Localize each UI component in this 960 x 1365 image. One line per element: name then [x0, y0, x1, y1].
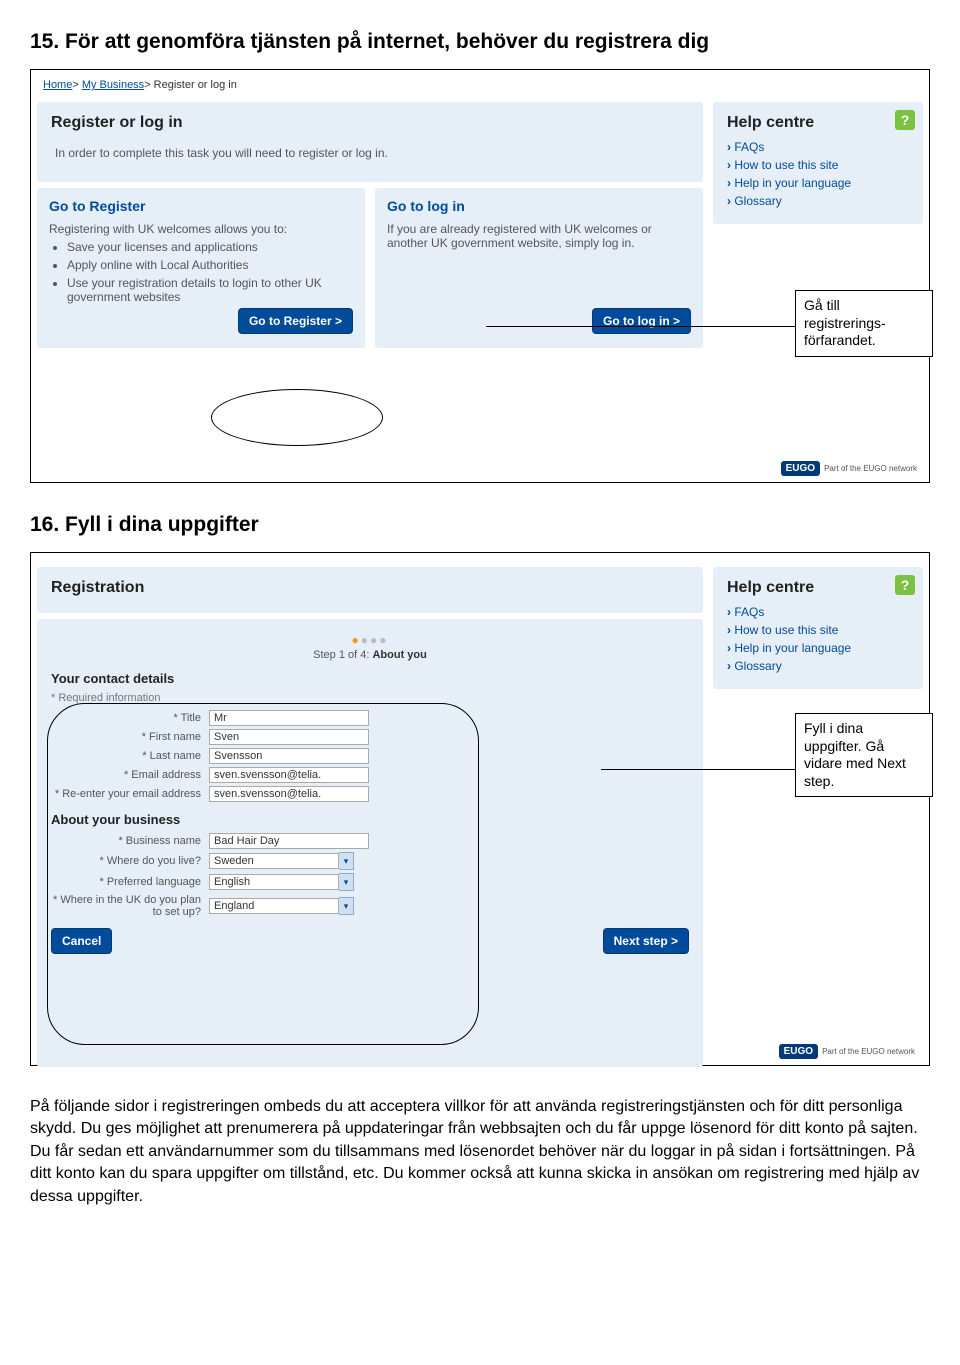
eugo-badge: EUGO Part of the EUGO network: [779, 1044, 915, 1059]
callout-fill-details: Fyll i dina uppgifter. Gå vidare med Nex…: [795, 713, 933, 797]
title-field[interactable]: Mr: [209, 710, 369, 726]
go-to-login-button[interactable]: Go to log in >: [592, 308, 691, 334]
help-link-faqs[interactable]: FAQs: [727, 140, 909, 154]
help-link-glossary[interactable]: Glossary: [727, 194, 909, 208]
help-centre-panel: ? Help centre FAQs How to use this site …: [713, 567, 923, 689]
help-icon: ?: [895, 110, 915, 130]
uk-region-select[interactable]: England: [209, 898, 339, 914]
registration-form: ●●●● Step 1 of 4: About you Your contact…: [37, 619, 703, 1067]
eugo-logo: EUGO: [779, 1044, 818, 1059]
chevron-down-icon[interactable]: ▾: [339, 897, 354, 915]
page-title: Register or log in: [51, 114, 689, 132]
breadcrumb: Home> My Business> Register or log in: [37, 76, 923, 94]
heading-15: 15. För att genomföra tjänsten på intern…: [30, 30, 930, 54]
label-where-live: * Where do you live?: [51, 855, 209, 867]
label-business-name: * Business name: [51, 835, 209, 847]
label-title: * Title: [51, 712, 209, 724]
help-link-howto[interactable]: How to use this site: [727, 623, 909, 637]
register-benefit: Use your registration details to login t…: [67, 276, 353, 304]
login-column: Go to log in If you are already register…: [375, 188, 703, 348]
login-lead: If you are already registered with UK we…: [387, 222, 691, 250]
help-centre-title: Help centre: [727, 579, 909, 597]
help-link-faqs[interactable]: FAQs: [727, 605, 909, 619]
business-name-field[interactable]: Bad Hair Day: [209, 833, 369, 849]
screenshot-register-or-login: Home> My Business> Register or log in Re…: [30, 69, 930, 483]
help-centre-panel: ? Help centre FAQs How to use this site …: [713, 102, 923, 224]
registration-title: Registration: [51, 579, 689, 597]
required-info-note: * Required information: [51, 692, 689, 704]
cancel-button[interactable]: Cancel: [51, 928, 112, 954]
annotation-line: [486, 326, 811, 327]
label-email-confirm: * Re-enter your email address: [51, 788, 209, 800]
help-centre-title: Help centre: [727, 114, 909, 132]
first-name-field[interactable]: Sven: [209, 729, 369, 745]
help-link-glossary[interactable]: Glossary: [727, 659, 909, 673]
eugo-logo: EUGO: [781, 461, 820, 476]
registration-header: Registration: [37, 567, 703, 613]
step-indicator: ●●●●: [51, 633, 689, 647]
register-lead: Registering with UK welcomes allows you …: [49, 222, 353, 236]
annotation-ellipse: [211, 389, 383, 446]
breadcrumb-current: Register or log in: [154, 79, 237, 91]
breadcrumb-my-business[interactable]: My Business: [82, 79, 144, 91]
chevron-down-icon[interactable]: ▾: [339, 873, 354, 891]
callout-go-register: Gå till registrerings-förfarandet.: [795, 290, 933, 357]
eugo-badge: EUGO Part of the EUGO network: [781, 461, 917, 476]
help-link-language[interactable]: Help in your language: [727, 641, 909, 655]
heading-16: 16. Fyll i dina uppgifter: [30, 513, 930, 537]
main-panel-header: Register or log in In order to complete …: [37, 102, 703, 182]
register-benefit: Save your licenses and applications: [67, 240, 353, 254]
last-name-field[interactable]: Svensson: [209, 748, 369, 764]
help-link-language[interactable]: Help in your language: [727, 176, 909, 190]
where-live-select[interactable]: Sweden: [209, 853, 339, 869]
step-label: Step 1 of 4: About you: [51, 649, 689, 661]
eugo-text: Part of the EUGO network: [824, 464, 917, 473]
label-first-name: * First name: [51, 731, 209, 743]
register-column: Go to Register Registering with UK welco…: [37, 188, 365, 348]
label-last-name: * Last name: [51, 750, 209, 762]
label-where-uk: * Where in the UK do you plan to set up?: [51, 894, 209, 918]
email-field[interactable]: sven.svensson@telia.: [209, 767, 369, 783]
email-confirm-field[interactable]: sven.svensson@telia.: [209, 786, 369, 802]
register-headline: Go to Register: [49, 198, 353, 214]
language-select[interactable]: English: [209, 874, 339, 890]
help-link-howto[interactable]: How to use this site: [727, 158, 909, 172]
body-paragraph: På följande sidor i registreringen ombed…: [30, 1096, 930, 1208]
register-benefit: Apply online with Local Authorities: [67, 258, 353, 272]
chevron-down-icon[interactable]: ▾: [339, 852, 354, 870]
breadcrumb-home[interactable]: Home: [43, 79, 72, 91]
help-icon: ?: [895, 575, 915, 595]
login-headline: Go to log in: [387, 198, 691, 214]
label-pref-language: * Preferred language: [51, 876, 209, 888]
screenshot-registration: Registration ●●●● Step 1 of 4: About you…: [30, 552, 930, 1066]
next-step-button[interactable]: Next step >: [603, 928, 689, 954]
annotation-line: [601, 769, 811, 770]
intro-text: In order to complete this task you will …: [51, 140, 689, 170]
section-about-business: About your business: [51, 812, 689, 827]
label-email: * Email address: [51, 769, 209, 781]
eugo-text: Part of the EUGO network: [822, 1047, 915, 1056]
section-contact-details: Your contact details: [51, 671, 689, 686]
go-to-register-button[interactable]: Go to Register >: [238, 308, 353, 334]
